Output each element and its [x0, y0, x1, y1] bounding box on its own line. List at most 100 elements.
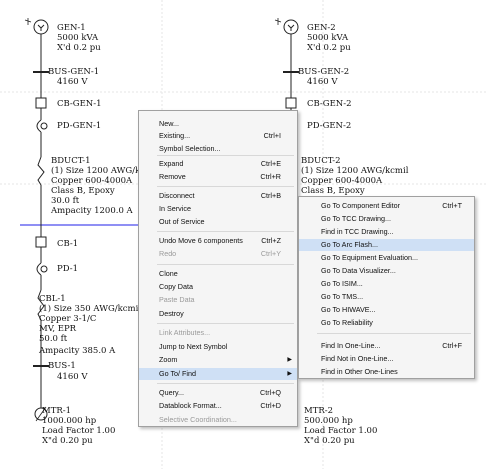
menu-item-label: Destroy: [159, 309, 184, 318]
menu-item-disconnect[interactable]: Disconnect Ctrl+B: [139, 190, 297, 202]
menu-item-copy-data[interactable]: Copy Data: [139, 281, 297, 293]
submenu-item-go-to-reliability[interactable]: Go To Reliability: [299, 317, 474, 329]
submenu-item-label: Go To Arc Flash...: [321, 240, 378, 249]
bduct2-material: Copper 600-4000A: [301, 176, 383, 186]
menu-item-label: Copy Data: [159, 282, 193, 291]
menu-item-new[interactable]: New...: [139, 118, 297, 130]
menu-item-label: Expand: [159, 159, 184, 168]
mtr2-load-factor: Load Factor 1.00: [304, 426, 378, 436]
menu-separator: [157, 383, 294, 384]
menu-item-symbol-selection[interactable]: Symbol Selection...: [139, 143, 297, 155]
submenu-item-go-to-component-editor[interactable]: Go To Component Editor Ctrl+T: [299, 200, 474, 212]
gen1-name: GEN-1: [57, 23, 86, 33]
menu-item-shortcut: Ctrl+E: [260, 159, 281, 168]
menu-item-shortcut: Ctrl+R: [260, 172, 281, 181]
menu-item-jump-to-next-symbol[interactable]: Jump to Next Symbol: [139, 341, 297, 353]
gen2-name: GEN-2: [307, 23, 336, 33]
submenu-item-go-to-data-visualizer[interactable]: Go To Data Visualizer...: [299, 265, 474, 277]
submenu-item-find-in-tcc-drawing[interactable]: Find in TCC Drawing...: [299, 226, 474, 238]
gen1-xd: X'd 0.2 pu: [57, 43, 101, 53]
submenu-item-label: Go To Component Editor: [321, 201, 400, 210]
submenu-item-find-not-in-one-line[interactable]: Find Not in One-Line...: [299, 353, 474, 365]
submenu-item-label: Go To TCC Drawing...: [321, 214, 392, 223]
context-menu: New... Existing... Ctrl+I Symbol Selection.…: [138, 110, 298, 427]
menu-item-destroy[interactable]: Destroy: [139, 308, 297, 320]
submenu-item-go-to-hiwave[interactable]: Go To HIWAVE...: [299, 304, 474, 316]
menu-item-out-of-service[interactable]: Out of Service: [139, 216, 297, 228]
menu-item-in-service[interactable]: In Service: [139, 203, 297, 215]
submenu-item-label: Go To Data Visualizer...: [321, 266, 396, 275]
menu-separator: [157, 155, 294, 156]
menu-item-label: Undo Move 6 components: [159, 236, 243, 245]
menu-item-label: Query...: [159, 388, 185, 397]
menu-item-datablock-format[interactable]: Datablock Format... Ctrl+D: [139, 400, 297, 412]
menu-item-clone[interactable]: Clone: [139, 268, 297, 280]
menu-item-label: Selective Coordination...: [159, 415, 237, 424]
menu-item-query[interactable]: Query... Ctrl+Q: [139, 387, 297, 399]
goto-find-submenu: Go To Component Editor Ctrl+T Go To TCC Dr…: [298, 196, 475, 379]
cb-gen2-label: CB-GEN-2: [307, 99, 352, 109]
submenu-item-label: Find in TCC Drawing...: [321, 227, 394, 236]
bduct1-material: Copper 600-4000A: [51, 176, 133, 186]
submenu-item-label: Go To TMS...: [321, 292, 364, 301]
submenu-arrow-icon: ▶: [287, 371, 292, 377]
menu-item-label: Out of Service: [159, 217, 205, 226]
menu-item-expand[interactable]: Expand Ctrl+E: [139, 158, 297, 170]
menu-item-label: Jump to Next Symbol: [159, 342, 228, 351]
submenu-item-shortcut: Ctrl+T: [442, 201, 462, 210]
cb1-label: CB-1: [57, 239, 79, 249]
bus1-name: BUS-1: [48, 361, 76, 371]
menu-item-zoom[interactable]: Zoom ▶: [139, 354, 297, 366]
submenu-arrow-icon: ▶: [287, 357, 292, 363]
bduct2-name: BDUCT-2: [301, 156, 341, 166]
cb-gen1-symbol: [35, 97, 47, 109]
submenu-item-label: Find In One-Line...: [321, 341, 381, 350]
submenu-item-label: Go To Equipment Evaluation...: [321, 253, 418, 262]
bduct1-name: BDUCT-1: [51, 156, 91, 166]
bus1-voltage: 4160 V: [57, 372, 88, 382]
menu-item-redo: Redo Ctrl+Y: [139, 248, 297, 260]
menu-item-shortcut: Ctrl+I: [263, 131, 281, 140]
submenu-item-label: Go To Reliability: [321, 318, 373, 327]
bduct2-class: Class B, Epoxy: [301, 186, 365, 196]
pd1-label: PD-1: [57, 264, 78, 274]
cbl1-material: Copper 3-1/C: [39, 314, 97, 324]
menu-item-undo-move-6-components[interactable]: Undo Move 6 components Ctrl+Z: [139, 235, 297, 247]
bus-gen2-name: BUS-GEN-2: [298, 67, 350, 77]
submenu-item-label: Go To ISIM...: [321, 279, 363, 288]
gen1-rating: 5000 kVA: [57, 33, 99, 43]
menu-item-label: Zoom: [159, 355, 178, 364]
bus-gen1-voltage: 4160 V: [57, 77, 88, 87]
cbl1-name: CBL-1: [39, 294, 66, 304]
menu-item-label: New...: [159, 119, 179, 128]
menu-item-label: Link Attributes...: [159, 328, 211, 337]
menu-separator: [157, 231, 294, 232]
pd-gen2-label: PD-GEN-2: [307, 121, 352, 131]
bduct1-ampacity: Ampacity 1200.0 A: [51, 206, 133, 216]
submenu-item-go-to-isim[interactable]: Go To ISIM...: [299, 278, 474, 290]
bus-gen2-voltage: 4160 V: [307, 77, 338, 87]
mtr2-hp: 500.000 hp: [304, 416, 353, 426]
submenu-item-go-to-equipment-evaluation[interactable]: Go To Equipment Evaluation...: [299, 252, 474, 264]
menu-item-shortcut: Ctrl+Y: [260, 249, 281, 258]
submenu-item-go-to-tcc-drawing[interactable]: Go To TCC Drawing...: [299, 213, 474, 225]
menu-separator: [157, 264, 294, 265]
menu-item-existing[interactable]: Existing... Ctrl+I: [139, 130, 297, 142]
pd-gen1-label: PD-GEN-1: [57, 121, 102, 131]
submenu-item-find-in-other-one-lines[interactable]: Find in Other One-Lines: [299, 366, 474, 378]
submenu-item-find-in-one-line[interactable]: Find In One-Line... Ctrl+F: [299, 340, 474, 352]
menu-item-shortcut: Ctrl+D: [260, 401, 281, 410]
gen1-symbol: [24, 18, 49, 35]
submenu-item-go-to-arc-flash[interactable]: Go To Arc Flash...: [299, 239, 474, 251]
menu-item-go-to-find[interactable]: Go To/ Find ▶: [139, 368, 297, 380]
cbl1-length: 50.0 ft: [39, 334, 68, 344]
bduct2-size: (1) Size 1200 AWG/kcmil: [301, 166, 409, 176]
submenu-item-go-to-tms[interactable]: Go To TMS...: [299, 291, 474, 303]
cbl1-insulation: MV, EPR: [39, 324, 77, 334]
mtr1-xd: X"d 0.20 pu: [42, 436, 93, 446]
menu-item-paste-data: Paste Data: [139, 294, 297, 306]
gen2-symbol: [274, 18, 299, 35]
menu-item-remove[interactable]: Remove Ctrl+R: [139, 171, 297, 183]
menu-item-label: Datablock Format...: [159, 401, 222, 410]
submenu-item-label: Find Not in One-Line...: [321, 354, 394, 363]
